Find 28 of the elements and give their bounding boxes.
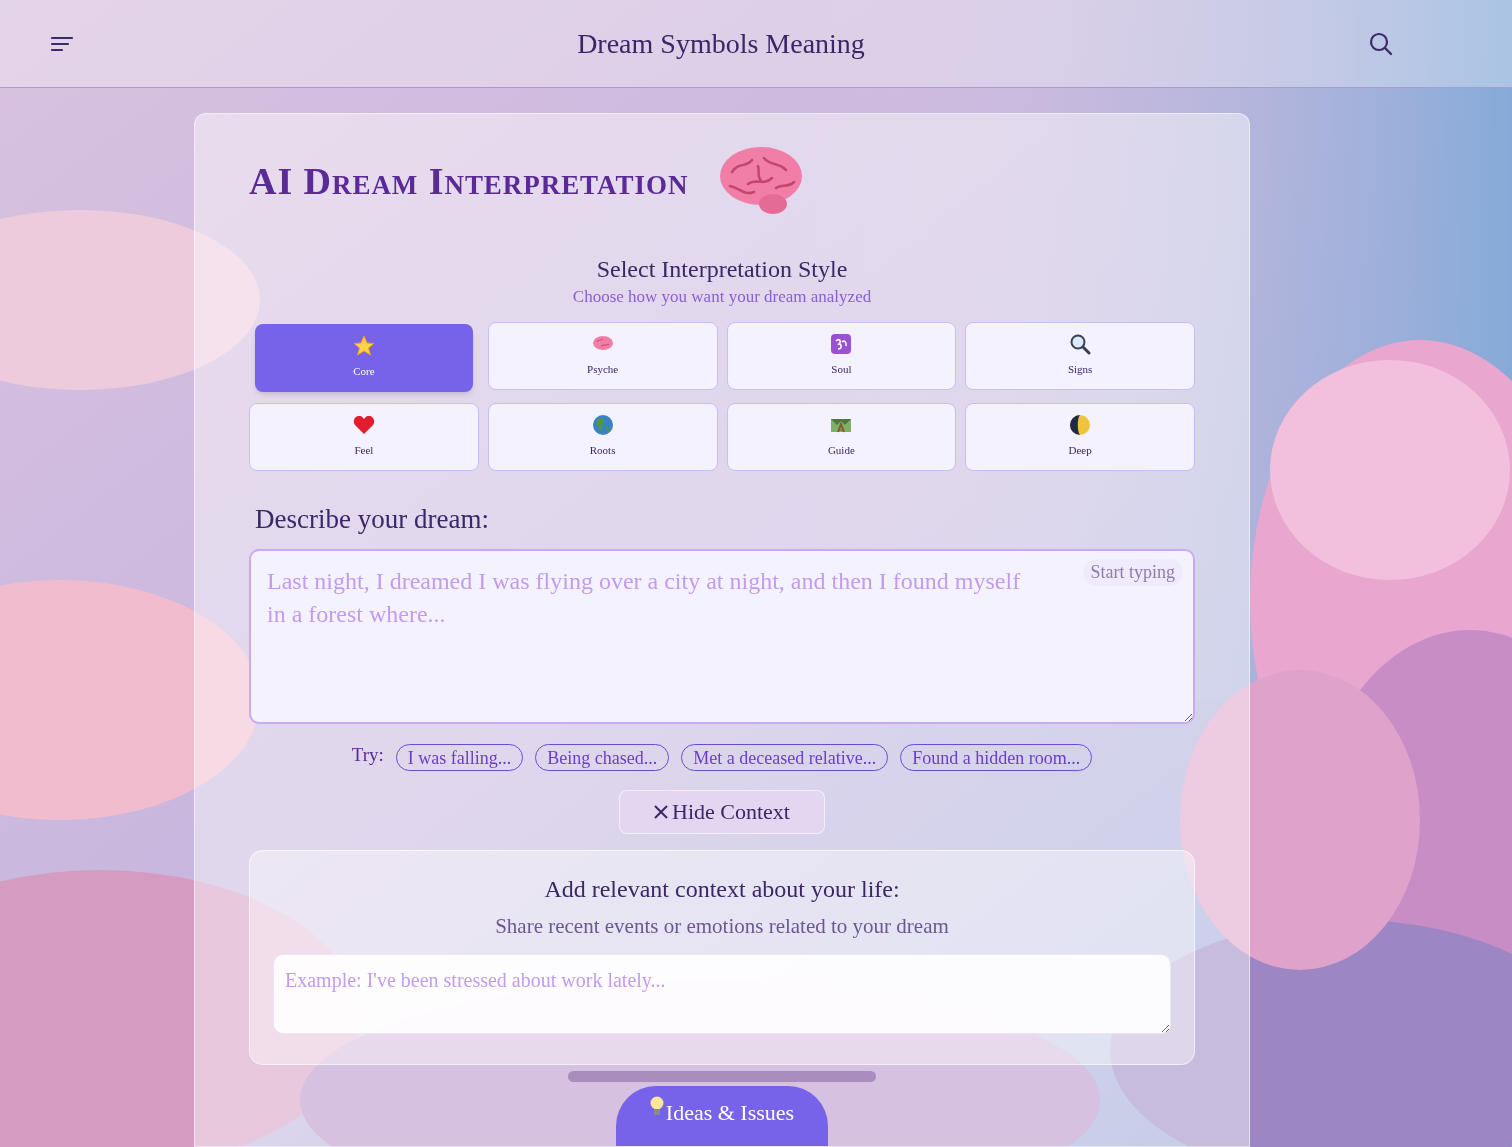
site-title[interactable]: Dream Symbols Meaning <box>577 22 865 65</box>
moon-icon <box>1069 414 1092 437</box>
style-option[interactable]: Guide <box>726 402 957 471</box>
section-heading: Select Interpretation Style <box>596 255 848 284</box>
section-subheading: Choose how you want your dream analyzed <box>572 286 872 308</box>
feedback-button[interactable]: Ideas & Issues <box>616 1086 828 1146</box>
search-icon <box>1069 333 1092 356</box>
globe-icon <box>591 414 614 437</box>
try-label: Try: <box>351 743 384 767</box>
style-option[interactable]: Core <box>255 323 473 392</box>
context-input-field[interactable]: Example: I've been stressed about work lately... <box>273 954 1171 1034</box>
hide-context-button[interactable]: Hide Context <box>619 789 825 834</box>
close-icon <box>654 804 669 819</box>
style-option[interactable]: Psyche <box>487 321 718 390</box>
card-title: AI Dream Interpretation <box>249 158 689 204</box>
context-heading: Add relevant context about your life: <box>544 874 900 904</box>
search-icon[interactable] <box>1368 30 1394 57</box>
style-option[interactable]: Roots <box>487 402 718 471</box>
typing-hint-badge: Start typing <box>1082 559 1183 586</box>
context-subheading: Share recent events or emotions related to your dream <box>495 912 949 940</box>
field-label: Describe your dream: <box>255 502 490 536</box>
style-option[interactable]: Deep <box>965 402 1195 471</box>
heart-icon <box>352 414 375 437</box>
style-option[interactable]: Signs <box>965 321 1195 390</box>
style-option[interactable]: Feel <box>249 402 479 471</box>
lightbulb-icon <box>649 1096 664 1118</box>
star-icon <box>352 335 375 358</box>
style-option[interactable]: Soul <box>726 321 957 390</box>
